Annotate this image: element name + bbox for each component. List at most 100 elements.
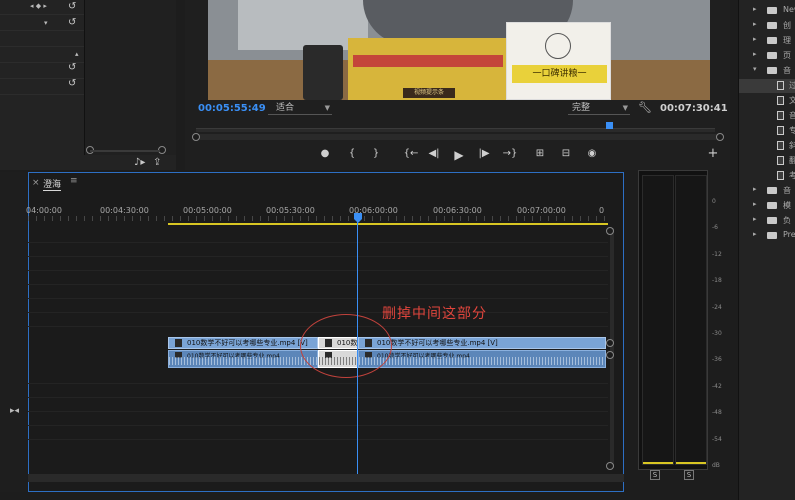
zoom-handle-right[interactable]	[716, 133, 724, 141]
reset-icon[interactable]: ↺	[68, 78, 76, 89]
ruler-tick-label: 00:05:30:00	[266, 206, 315, 215]
current-timecode[interactable]: 00:05:55:49	[198, 103, 266, 114]
scroll-handle[interactable]	[606, 339, 614, 347]
project-item[interactable]: 专	[739, 124, 795, 138]
export-frame-button[interactable]: ◉	[585, 148, 599, 159]
ruler-tick-label: 00:06:30:00	[433, 206, 482, 215]
track-row	[28, 385, 608, 398]
go-to-out-button[interactable]: →}	[501, 148, 519, 159]
folder-icon	[767, 22, 777, 29]
filter-icon[interactable]: ♪▸	[134, 157, 145, 168]
audio-meters: 0 -6 -12 -18 -24 -30 -36 -42 -48 -54 dB S S	[632, 170, 736, 492]
folder-icon	[767, 217, 777, 224]
project-item[interactable]: 过	[739, 79, 795, 93]
quality-dropdown[interactable]: 完整 ▼	[568, 101, 630, 115]
add-button[interactable]: +	[706, 146, 720, 161]
meter-frame	[638, 170, 708, 470]
project-item[interactable]: ▸ New	[739, 4, 795, 18]
project-item[interactable]: ▾ 音	[739, 64, 795, 78]
file-icon	[777, 81, 784, 90]
close-icon[interactable]: ×	[32, 178, 40, 188]
add-marker-button[interactable]: ●	[318, 148, 332, 159]
monitor-playhead[interactable]	[606, 122, 613, 129]
project-item[interactable]: ▸ Prese	[739, 229, 795, 243]
db-label: dB	[712, 462, 720, 469]
folder-icon	[767, 52, 777, 59]
project-item[interactable]: 考	[739, 169, 795, 183]
prev-keyframe-icon[interactable]: ◂ ◆ ▸	[30, 2, 47, 10]
extract-button[interactable]: ⊟	[559, 148, 573, 159]
project-item[interactable]: 斜	[739, 139, 795, 153]
mark-in-button[interactable]: {	[345, 148, 359, 159]
step-back-button[interactable]: ◀|	[426, 148, 442, 159]
audio-waveform	[169, 357, 317, 365]
solo-button-left[interactable]: S	[650, 470, 660, 480]
tab-menu-icon[interactable]: ≡	[70, 176, 78, 186]
monitor-zoom-scrollbar[interactable]	[196, 134, 720, 140]
video-clip-left[interactable]: 010数学不好可以考哪些专业.mp4 [V]	[168, 337, 318, 349]
clip-title: 010数学不好可以考哪些专业.mp4 [V]	[377, 339, 498, 347]
project-item[interactable]: ▸ 理	[739, 34, 795, 48]
scroll-handle[interactable]	[606, 227, 614, 235]
chevron-down-icon[interactable]: ▾	[44, 19, 48, 27]
chevron-up-icon[interactable]: ▴	[75, 50, 79, 58]
timeline-vertical-scrollbar[interactable]	[610, 228, 614, 468]
reset-icon[interactable]: ↺	[68, 17, 76, 28]
export-icon[interactable]: ⇪	[153, 157, 161, 168]
scrollbar[interactable]	[90, 150, 160, 152]
audio-clip-left[interactable]: 010数学不好可以考哪些专业.mp4	[168, 350, 318, 368]
fit-dropdown[interactable]: 适合 ▼	[268, 101, 332, 115]
project-item[interactable]: ▸ 音	[739, 184, 795, 198]
video-pen-holder	[303, 45, 343, 100]
expand-icon[interactable]: ▸	[753, 230, 757, 238]
solo-button-right[interactable]: S	[684, 470, 694, 480]
collapse-icon[interactable]: ▸◂	[10, 406, 19, 416]
sequence-tab[interactable]: 澄海	[43, 177, 62, 191]
folder-icon	[767, 37, 777, 44]
project-item[interactable]: ▸ 负	[739, 214, 795, 228]
timeline-horizontal-scrollbar[interactable]	[28, 474, 624, 482]
scroll-handle[interactable]	[606, 462, 614, 470]
timeline-ruler[interactable]	[28, 216, 608, 221]
work-area-bar[interactable]	[168, 223, 608, 225]
track-row	[28, 427, 608, 440]
track-row	[28, 371, 608, 384]
file-icon	[777, 96, 784, 105]
project-item[interactable]: ▸ 页	[739, 49, 795, 63]
project-item[interactable]: ▸ 模	[739, 199, 795, 213]
db-label: 0	[712, 198, 716, 205]
audio-clip-right[interactable]: 010数学不好可以考哪些专业.mp4	[358, 350, 606, 368]
video-clip-right[interactable]: 010数学不好可以考哪些专业.mp4 [V]	[358, 337, 606, 349]
mark-out-button[interactable]: }	[369, 148, 383, 159]
reset-icon[interactable]: ↺	[68, 1, 76, 12]
lift-button[interactable]: ⊞	[533, 148, 547, 159]
expand-icon[interactable]: ▸	[753, 50, 757, 58]
effect-controls-panel: ◂ ◆ ▸ ↺ ▾ ↺ ▴ ↺ ↺ ♪▸ ⇪	[0, 0, 176, 170]
db-label: -6	[712, 224, 718, 232]
monitor-timebar[interactable]	[196, 128, 715, 132]
project-item[interactable]: ▸ 创	[739, 19, 795, 33]
reset-icon[interactable]: ↺	[68, 62, 76, 73]
expand-icon[interactable]: ▸	[753, 5, 757, 13]
track-row	[28, 286, 608, 299]
scroll-handle[interactable]	[606, 351, 614, 359]
expand-icon[interactable]: ▸	[753, 35, 757, 43]
step-forward-button[interactable]: |▶	[476, 148, 492, 159]
play-button[interactable]: ▶	[452, 148, 466, 162]
fx-badge-icon	[175, 339, 182, 347]
go-to-in-button[interactable]: {←	[402, 148, 420, 159]
project-item[interactable]: 文	[739, 94, 795, 108]
expand-icon[interactable]: ▸	[753, 20, 757, 28]
project-item-label: 负	[783, 216, 791, 225]
project-item[interactable]: 翻	[739, 154, 795, 168]
track-row	[28, 272, 608, 285]
expand-icon[interactable]: ▸	[753, 200, 757, 208]
expand-icon[interactable]: ▾	[753, 65, 757, 73]
project-panel: ▸New▸创▸理▸页▾音过文音专斜翻考▸音▸模▸负▸Prese	[738, 0, 795, 500]
zoom-handle-left[interactable]	[192, 133, 200, 141]
expand-icon[interactable]: ▸	[753, 215, 757, 223]
wrench-icon[interactable]: 🔧︎	[638, 101, 652, 114]
file-icon	[777, 171, 784, 180]
project-item[interactable]: 音	[739, 109, 795, 123]
expand-icon[interactable]: ▸	[753, 185, 757, 193]
